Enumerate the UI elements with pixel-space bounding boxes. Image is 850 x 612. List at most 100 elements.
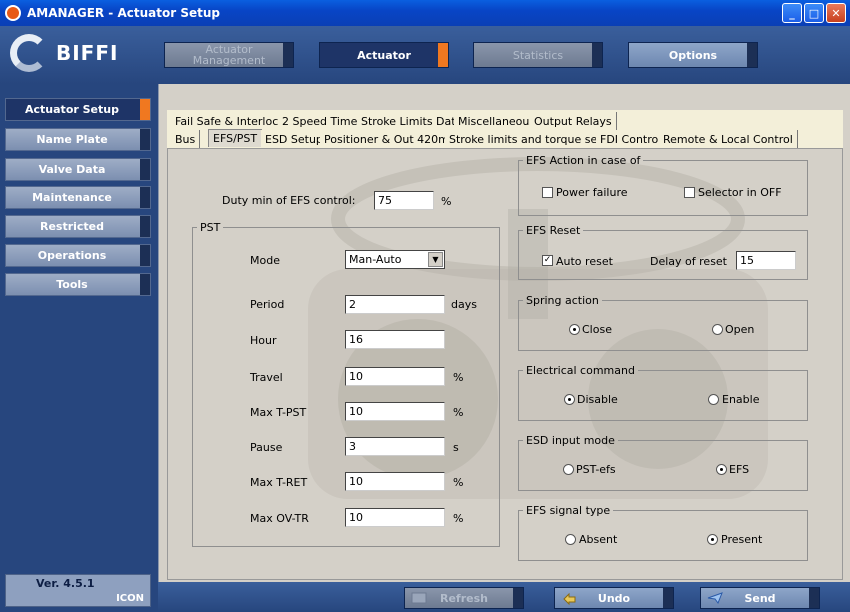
efs-pst-panel: Duty min of EFS control: 75 % PST Mode M… xyxy=(167,148,843,580)
auto-reset-checkbox[interactable]: ✓ xyxy=(542,255,553,266)
signal-present-radio[interactable] xyxy=(707,534,718,545)
sidebar-item-label: Tools xyxy=(56,278,88,291)
period-input[interactable]: 2 xyxy=(345,295,445,314)
power-failure-label: Power failure xyxy=(556,186,628,199)
radio-dot xyxy=(711,538,714,541)
sidebar-marker xyxy=(140,129,150,150)
send-icon xyxy=(707,592,723,605)
tab-esd-setup[interactable]: ESD Setup xyxy=(261,130,328,148)
esd-input-mode-group: ESD input mode xyxy=(518,434,808,491)
tab-marker xyxy=(592,43,602,67)
sidebar-item-operations[interactable]: Operations xyxy=(5,244,151,267)
sidebar-item-valve-data[interactable]: Valve Data xyxy=(5,158,151,181)
tab-statistics-label: Statistics xyxy=(512,48,564,62)
sidebar-marker xyxy=(140,274,150,295)
hour-input[interactable]: 16 xyxy=(345,330,445,349)
tab-actuator[interactable]: Actuator xyxy=(319,42,449,68)
esd-pst-efs-label: PST-efs xyxy=(576,463,616,476)
tab-remote-local-control[interactable]: Remote & Local Control xyxy=(659,130,798,148)
version-label: Ver. 4.5.1 xyxy=(36,577,95,590)
tab-bus[interactable]: Bus xyxy=(171,130,201,148)
sidebar-item-label: Restricted xyxy=(39,220,105,233)
window-controls: _ □ ✕ xyxy=(782,3,846,23)
brand-label: ICON xyxy=(116,593,144,604)
tab-fdi-control[interactable]: FDI Control xyxy=(596,130,667,148)
tab-actuator-management[interactable]: Actuator Management xyxy=(164,42,294,68)
mode-label: Mode xyxy=(250,254,280,267)
signal-absent-label: Absent xyxy=(579,533,618,546)
tab-stroke-limits-data[interactable]: Stroke Limits Data xyxy=(357,112,468,130)
power-failure-checkbox[interactable] xyxy=(542,187,553,198)
esd-pst-efs-radio[interactable] xyxy=(563,464,574,475)
tab-positioner-out[interactable]: Positioner & Out 420mA xyxy=(320,130,462,148)
travel-input[interactable]: 10 xyxy=(345,367,445,386)
period-label: Period xyxy=(250,298,285,311)
tab-miscellaneous[interactable]: Miscellaneous xyxy=(454,112,541,130)
tab-efs-pst[interactable]: EFS/PST xyxy=(208,129,263,147)
mode-select[interactable]: Man-Auto ▼ xyxy=(345,250,445,269)
efs-signal-type-group: EFS signal type xyxy=(518,504,808,561)
tab-actuator-label: Actuator xyxy=(357,48,411,62)
chevron-down-icon[interactable]: ▼ xyxy=(428,252,443,267)
undo-label: Undo xyxy=(597,591,631,605)
send-button[interactable]: Send xyxy=(700,587,820,609)
logo-icon xyxy=(10,34,48,72)
tab-stroke-limits-torque[interactable]: Stroke limits and torque setup xyxy=(445,130,621,148)
sidebar-item-label: Operations xyxy=(37,249,107,262)
electrical-disable-radio[interactable] xyxy=(564,394,575,405)
tab-output-relays[interactable]: Output Relays xyxy=(530,112,617,130)
sidebar-item-maintenance[interactable]: Maintenance xyxy=(5,186,151,209)
spring-action-legend: Spring action xyxy=(526,294,599,307)
auto-reset-label: Auto reset xyxy=(556,255,613,268)
sidebar-marker xyxy=(140,216,150,237)
spring-open-radio[interactable] xyxy=(712,324,723,335)
esd-input-mode-legend: ESD input mode xyxy=(526,434,615,447)
sidebar-item-name-plate[interactable]: Name Plate xyxy=(5,128,151,151)
bottom-bar: Refresh Undo Send xyxy=(158,582,850,612)
signal-absent-radio[interactable] xyxy=(565,534,576,545)
tab-options[interactable]: Options xyxy=(628,42,758,68)
max-t-pst-input[interactable]: 10 xyxy=(345,402,445,421)
pst-legend: PST xyxy=(200,221,221,234)
max-t-ret-input[interactable]: 10 xyxy=(345,472,445,491)
travel-unit: % xyxy=(453,371,464,384)
esd-efs-radio[interactable] xyxy=(716,464,727,475)
sidebar-item-label: Actuator Setup xyxy=(25,103,119,116)
sidebar-item-label: Name Plate xyxy=(36,133,108,146)
max-ov-tr-input[interactable]: 10 xyxy=(345,508,445,527)
sidebar-item-actuator-setup[interactable]: Actuator Setup xyxy=(5,98,151,121)
tab-marker xyxy=(283,43,293,67)
app-header: BIFFI Actuator Management Actuator Stati… xyxy=(0,26,850,84)
app-icon xyxy=(5,5,21,21)
tab-2-speed-timer[interactable]: 2 Speed Timer xyxy=(278,112,367,130)
electrical-command-legend: Electrical command xyxy=(526,364,635,377)
tab-marker xyxy=(438,43,448,67)
max-t-ret-unit: % xyxy=(453,476,464,489)
tab-statistics[interactable]: Statistics xyxy=(473,42,603,68)
delay-reset-input[interactable]: 15 xyxy=(736,251,796,270)
delay-reset-label: Delay of reset xyxy=(650,255,727,268)
refresh-button[interactable]: Refresh xyxy=(404,587,524,609)
tab-fail-safe-interlock[interactable]: Fail Safe & Interlock xyxy=(171,112,290,130)
sidebar-marker xyxy=(140,99,150,120)
duty-input[interactable]: 75 xyxy=(374,191,434,210)
sidebar-item-restricted[interactable]: Restricted xyxy=(5,215,151,238)
signal-present-label: Present xyxy=(721,533,763,546)
close-button[interactable]: ✕ xyxy=(826,3,846,23)
selector-off-checkbox[interactable] xyxy=(684,187,695,198)
biffi-logo: BIFFI xyxy=(10,34,118,72)
sidebar: Actuator Setup Name Plate Valve Data Mai… xyxy=(0,84,158,612)
maximize-button[interactable]: □ xyxy=(804,3,824,23)
pause-input[interactable]: 3 xyxy=(345,437,445,456)
max-ov-tr-unit: % xyxy=(453,512,464,525)
period-unit: days xyxy=(451,298,477,311)
sidebar-marker xyxy=(140,245,150,266)
undo-button[interactable]: Undo xyxy=(554,587,674,609)
minimize-button[interactable]: _ xyxy=(782,3,802,23)
electrical-enable-radio[interactable] xyxy=(708,394,719,405)
spring-close-radio[interactable] xyxy=(569,324,580,335)
sidebar-item-tools[interactable]: Tools xyxy=(5,273,151,296)
radio-dot xyxy=(568,398,571,401)
refresh-label: Refresh xyxy=(440,591,488,605)
sidebar-item-label: Valve Data xyxy=(38,163,106,176)
